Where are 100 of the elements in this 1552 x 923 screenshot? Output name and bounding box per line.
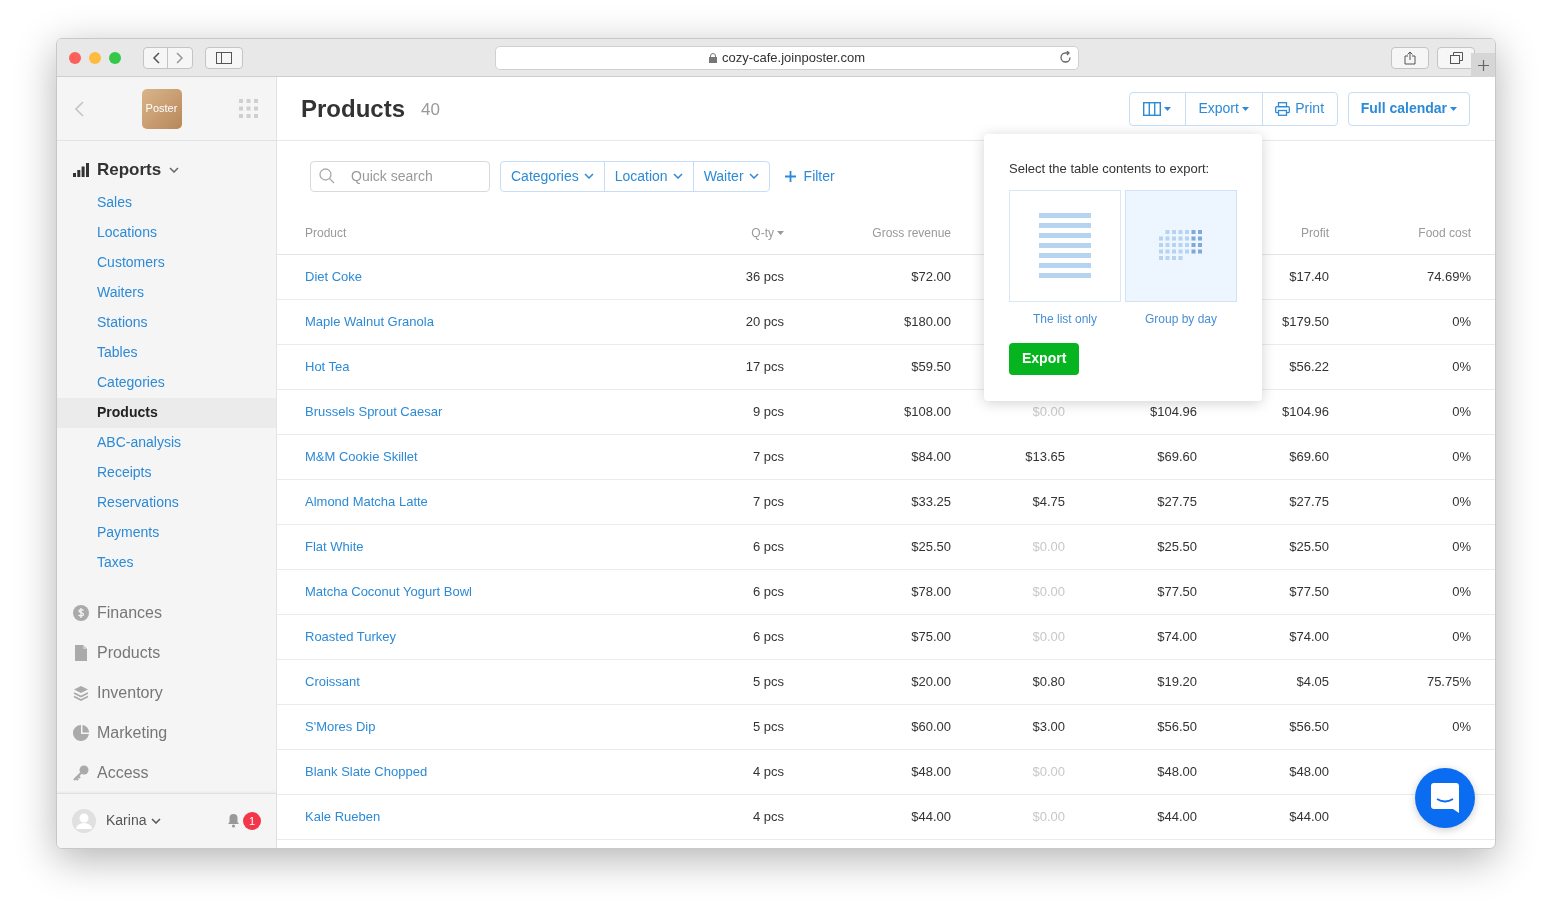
table-cell-text: $17.40 bbox=[1289, 268, 1329, 287]
table-cell-text: 0% bbox=[1452, 403, 1471, 422]
product-link[interactable]: Roasted Turkey bbox=[305, 627, 397, 647]
avatar-icon[interactable] bbox=[72, 808, 96, 833]
table-cell-text: 20 pcs bbox=[745, 313, 784, 332]
chevron-right-icon bbox=[176, 51, 184, 64]
window-control[interactable] bbox=[69, 51, 81, 64]
table-cell-text: $77.50 bbox=[1289, 583, 1329, 602]
sidebar-item[interactable]: Waiters bbox=[57, 277, 276, 308]
product-link[interactable]: Flat White bbox=[305, 537, 364, 557]
sidebar-section[interactable]: Access bbox=[57, 752, 276, 793]
bar-chart-icon bbox=[73, 162, 89, 177]
search-field[interactable]: Quick search bbox=[310, 160, 490, 192]
table-cell-text: $4.05 bbox=[1296, 673, 1329, 692]
full-calendar-button[interactable]: Full calendar bbox=[1347, 91, 1470, 126]
export-button[interactable]: Export bbox=[1185, 92, 1263, 125]
add-filter-button[interactable]: Filter bbox=[784, 165, 835, 187]
table-cell-text: $48.00 bbox=[1157, 763, 1197, 782]
table-cell-text: 4 pcs bbox=[752, 763, 784, 782]
table-cell-text: $0.80 bbox=[1032, 673, 1065, 692]
filter-dropdown[interactable]: Waiter bbox=[693, 161, 769, 191]
product-link[interactable]: Brussels Sprout Caesar bbox=[305, 402, 443, 422]
sidebar-item[interactable]: Payments bbox=[57, 517, 276, 548]
sidebar-item[interactable]: Receipts bbox=[57, 457, 276, 488]
column-header[interactable]: Gross revenue bbox=[784, 223, 951, 242]
product-link[interactable]: Blank Slate Chopped bbox=[305, 762, 428, 782]
tabs-button[interactable] bbox=[1437, 46, 1475, 69]
table-cell-text: $56.50 bbox=[1157, 718, 1197, 737]
sidebar-item[interactable]: Products bbox=[57, 397, 276, 428]
window-control[interactable] bbox=[109, 51, 121, 64]
reports-menu[interactable]: Reports bbox=[57, 156, 276, 184]
sidebar-item[interactable]: Tables bbox=[57, 337, 276, 368]
table-cell-text: $59.50 bbox=[911, 358, 951, 377]
columns-icon bbox=[1143, 101, 1162, 116]
finances-icon bbox=[73, 604, 89, 621]
sidebar-item[interactable]: Locations bbox=[57, 217, 276, 248]
product-link[interactable]: M&M Cookie Skillet bbox=[305, 447, 418, 467]
sidebar-item[interactable]: Customers bbox=[57, 247, 276, 278]
share-button[interactable] bbox=[1391, 46, 1429, 69]
table-cell-text: 0% bbox=[1452, 313, 1471, 332]
sidebar-section[interactable]: Finances bbox=[57, 592, 276, 633]
table-cell-text: 0% bbox=[1452, 538, 1471, 557]
filter-dropdown[interactable]: Categories bbox=[501, 161, 605, 191]
user-menu[interactable]: Karina bbox=[106, 810, 162, 832]
table-cell-text: 7 pcs bbox=[752, 448, 784, 467]
inventory-icon bbox=[73, 684, 89, 701]
table-cell-text: $69.60 bbox=[1289, 448, 1329, 467]
table-cell-text: $69.60 bbox=[1157, 448, 1197, 467]
chat-button[interactable] bbox=[1415, 768, 1475, 828]
table-cell-text: $60.00 bbox=[911, 718, 951, 737]
print-button[interactable]: Print bbox=[1262, 92, 1337, 125]
reload-icon[interactable] bbox=[1059, 50, 1072, 64]
table-cell-text: 74.69% bbox=[1426, 268, 1471, 287]
apps-grid-icon[interactable] bbox=[239, 99, 258, 118]
sidebar-item[interactable]: Stations bbox=[57, 307, 276, 338]
sidebar-toggle-button[interactable] bbox=[205, 46, 243, 69]
table-cell-text: 0% bbox=[1452, 718, 1471, 737]
table-cell-text: $56.50 bbox=[1289, 718, 1329, 737]
product-link[interactable]: Diet Coke bbox=[305, 267, 363, 287]
new-tab-button[interactable] bbox=[1471, 53, 1495, 77]
sidebar-item[interactable]: Sales bbox=[57, 187, 276, 218]
table-cell-text: $108.00 bbox=[904, 403, 951, 422]
product-link[interactable]: S'Mores Dip bbox=[305, 717, 376, 737]
sidebar-section[interactable]: Products bbox=[57, 632, 276, 673]
product-link[interactable]: Almond Matcha Latte bbox=[305, 492, 428, 512]
sidebar-section[interactable]: Marketing bbox=[57, 712, 276, 753]
table-cell-text: $56.22 bbox=[1289, 358, 1329, 377]
product-link[interactable]: Kale Rueben bbox=[305, 807, 381, 827]
filter-dropdown[interactable]: Location bbox=[604, 161, 694, 191]
table-cell-text: 17 pcs bbox=[745, 358, 784, 377]
product-link[interactable]: Croissant bbox=[305, 672, 360, 692]
column-header[interactable]: Q-ty bbox=[684, 223, 784, 242]
sidebar-item[interactable]: Taxes bbox=[57, 547, 276, 578]
product-link[interactable]: Maple Walnut Granola bbox=[305, 312, 434, 332]
column-header[interactable]: Product bbox=[305, 223, 684, 242]
export-prompt: Select the table contents to export: bbox=[1009, 160, 1211, 178]
export-submit-button[interactable]: Export bbox=[1009, 342, 1080, 375]
sidebar-item[interactable]: Reservations bbox=[57, 487, 276, 518]
lock-icon bbox=[708, 52, 717, 63]
sidebar-section[interactable]: Inventory bbox=[57, 672, 276, 713]
bell-icon[interactable] bbox=[227, 813, 240, 829]
sidebar-item[interactable]: Categories bbox=[57, 367, 276, 398]
address-bar[interactable]: cozy-cafe.joinposter.com bbox=[495, 45, 1079, 70]
table-cell-text: 9 pcs bbox=[752, 403, 784, 422]
chevron-down-icon bbox=[672, 173, 683, 179]
table-cell-text: $44.00 bbox=[1157, 808, 1197, 827]
table-cell-text: $4.75 bbox=[1032, 493, 1065, 512]
table-cell-text: $20.00 bbox=[911, 673, 951, 692]
chevron-down-icon bbox=[583, 173, 594, 179]
table-cell-text: $78.00 bbox=[911, 583, 951, 602]
table-cell-text: 7 pcs bbox=[752, 493, 784, 512]
chevron-left-icon bbox=[151, 51, 160, 64]
calendar-grid-icon bbox=[1159, 230, 1203, 261]
logo[interactable]: Poster bbox=[141, 88, 182, 129]
window-control[interactable] bbox=[89, 51, 101, 64]
product-link[interactable]: Matcha Coconut Yogurt Bowl bbox=[305, 582, 472, 602]
column-header[interactable]: Food cost bbox=[1329, 223, 1471, 242]
table-cell-text: 6 pcs bbox=[752, 583, 784, 602]
sidebar-item[interactable]: ABC-analysis bbox=[57, 427, 276, 458]
product-link[interactable]: Hot Tea bbox=[305, 357, 350, 377]
